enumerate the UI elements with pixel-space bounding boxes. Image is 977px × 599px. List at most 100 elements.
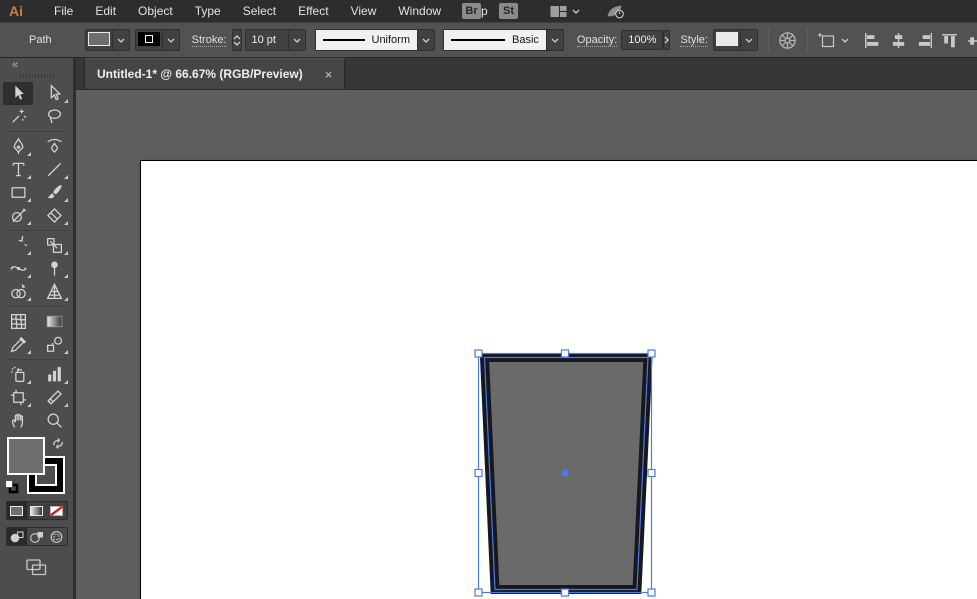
toolbar-grip[interactable] bbox=[20, 74, 54, 78]
blend-icon bbox=[45, 335, 64, 354]
width-profile-value: Uniform bbox=[372, 34, 411, 46]
tool-column-graph[interactable] bbox=[40, 363, 70, 386]
selection-handle[interactable] bbox=[475, 589, 482, 596]
tool-direct-selection[interactable] bbox=[40, 82, 70, 105]
selection-center-point[interactable] bbox=[562, 470, 568, 476]
draw-normal-button[interactable] bbox=[7, 528, 27, 545]
tool-perspective-grid[interactable] bbox=[40, 280, 70, 303]
width-profile-dropdown[interactable]: Uniform bbox=[315, 29, 436, 51]
gradient-button[interactable] bbox=[27, 502, 47, 519]
tool-paintbrush[interactable] bbox=[40, 181, 70, 204]
workspace-switcher[interactable] bbox=[550, 5, 580, 18]
tool-magic-wand[interactable] bbox=[3, 105, 33, 128]
toolbar-collapse-button[interactable]: « bbox=[0, 58, 73, 72]
stroke-weight-dropdown[interactable]: 10 pt bbox=[245, 29, 306, 51]
stroke-weight-value[interactable]: 10 pt bbox=[246, 30, 288, 50]
tool-shape-builder[interactable] bbox=[3, 280, 33, 303]
symbol-sprayer-icon bbox=[9, 365, 28, 384]
tool-slice[interactable] bbox=[40, 386, 70, 409]
tool-shaper[interactable] bbox=[3, 204, 33, 227]
fill-color-dropdown[interactable] bbox=[85, 29, 130, 51]
tool-type[interactable] bbox=[3, 158, 33, 181]
tool-puppet-warp[interactable] bbox=[40, 257, 70, 280]
stroke-panel-link[interactable]: Stroke: bbox=[192, 34, 227, 47]
swap-fill-stroke-button[interactable] bbox=[51, 437, 65, 450]
paintbrush-icon bbox=[45, 183, 64, 202]
menu-edit[interactable]: Edit bbox=[84, 0, 127, 22]
menu-object[interactable]: Object bbox=[127, 0, 184, 22]
tool-lasso[interactable] bbox=[40, 105, 70, 128]
draw-behind-button[interactable] bbox=[27, 528, 47, 545]
tool-width[interactable] bbox=[3, 257, 33, 280]
align-vertical-center-button[interactable] bbox=[967, 32, 977, 49]
menu-window[interactable]: Window bbox=[387, 0, 452, 22]
tool-zoom[interactable] bbox=[40, 409, 70, 432]
selection-handle[interactable] bbox=[648, 470, 655, 477]
tool-symbol-sprayer[interactable] bbox=[3, 363, 33, 386]
tool-eyedropper[interactable] bbox=[3, 333, 33, 356]
document-tab[interactable]: Untitled-1* @ 66.67% (RGB/Preview) × bbox=[84, 58, 345, 89]
tool-pen[interactable] bbox=[3, 135, 33, 158]
selection-handle[interactable] bbox=[475, 470, 482, 477]
bridge-button[interactable]: Br bbox=[462, 3, 481, 19]
opacity-panel-link[interactable]: Opacity: bbox=[577, 34, 617, 47]
zoom-icon bbox=[45, 411, 64, 430]
align-horizontal-left-button[interactable] bbox=[863, 32, 880, 49]
selection-handle[interactable] bbox=[648, 589, 655, 596]
tool-selection[interactable] bbox=[3, 82, 33, 105]
menu-effect[interactable]: Effect bbox=[287, 0, 339, 22]
type-icon bbox=[9, 160, 28, 179]
tool-scale[interactable] bbox=[40, 234, 70, 257]
tool-curvature[interactable] bbox=[40, 135, 70, 158]
change-screen-mode-button[interactable] bbox=[24, 558, 50, 577]
default-fill-stroke-button[interactable] bbox=[4, 479, 19, 494]
tool-artboard[interactable] bbox=[3, 386, 33, 409]
gpu-performance-button[interactable] bbox=[606, 3, 626, 19]
tool-rectangle[interactable] bbox=[3, 181, 33, 204]
stroke-weight-stepper[interactable] bbox=[232, 29, 242, 51]
selection-handle[interactable] bbox=[475, 350, 482, 357]
mesh-icon bbox=[9, 312, 28, 331]
tool-blend[interactable] bbox=[40, 333, 70, 356]
brush-definition-dropdown[interactable]: Basic bbox=[443, 29, 564, 51]
app-logo[interactable]: Ai bbox=[9, 3, 23, 19]
stepper-down-icon[interactable] bbox=[233, 41, 241, 46]
align-horizontal-right-button[interactable] bbox=[915, 32, 932, 49]
select-similar-button[interactable] bbox=[816, 31, 849, 50]
menu-view[interactable]: View bbox=[340, 0, 388, 22]
color-button[interactable] bbox=[7, 502, 27, 519]
style-panel-link[interactable]: Style: bbox=[680, 34, 708, 47]
stepper-up-icon[interactable] bbox=[233, 35, 241, 40]
chevron-down-icon bbox=[572, 9, 580, 14]
tool-line-segment[interactable] bbox=[40, 158, 70, 181]
puppet-warp-icon bbox=[45, 259, 64, 278]
align-vertical-top-button[interactable] bbox=[941, 32, 958, 49]
eyedropper-icon bbox=[9, 335, 28, 354]
selection-type-label: Path bbox=[29, 34, 52, 46]
opacity-expand-button[interactable] bbox=[663, 30, 670, 50]
tool-gradient[interactable] bbox=[40, 310, 70, 333]
menu-select[interactable]: Select bbox=[232, 0, 287, 22]
graphic-style-dropdown[interactable] bbox=[713, 29, 758, 51]
none-button[interactable] bbox=[47, 502, 67, 519]
pen-icon bbox=[9, 137, 28, 156]
tool-eraser[interactable] bbox=[40, 204, 70, 227]
menu-file[interactable]: File bbox=[43, 0, 84, 22]
tool-hand[interactable] bbox=[3, 409, 33, 432]
recolor-artwork-button[interactable] bbox=[777, 30, 798, 51]
canvas[interactable] bbox=[76, 90, 977, 599]
menu-type[interactable]: Type bbox=[184, 0, 232, 22]
draw-inside-button[interactable] bbox=[47, 528, 67, 545]
opacity-input[interactable]: 100% bbox=[621, 30, 663, 50]
tab-close-icon[interactable]: × bbox=[325, 68, 333, 81]
lasso-icon bbox=[45, 107, 64, 126]
stock-button[interactable]: St bbox=[499, 3, 518, 19]
align-horizontal-center-button[interactable] bbox=[889, 32, 906, 49]
selection-handle[interactable] bbox=[648, 350, 655, 357]
selection-handle[interactable] bbox=[562, 350, 569, 357]
stroke-color-dropdown[interactable] bbox=[135, 29, 180, 51]
selection-handle[interactable] bbox=[562, 589, 569, 596]
fill-proxy[interactable] bbox=[7, 437, 45, 475]
tool-rotate[interactable] bbox=[3, 234, 33, 257]
tool-mesh[interactable] bbox=[3, 310, 33, 333]
